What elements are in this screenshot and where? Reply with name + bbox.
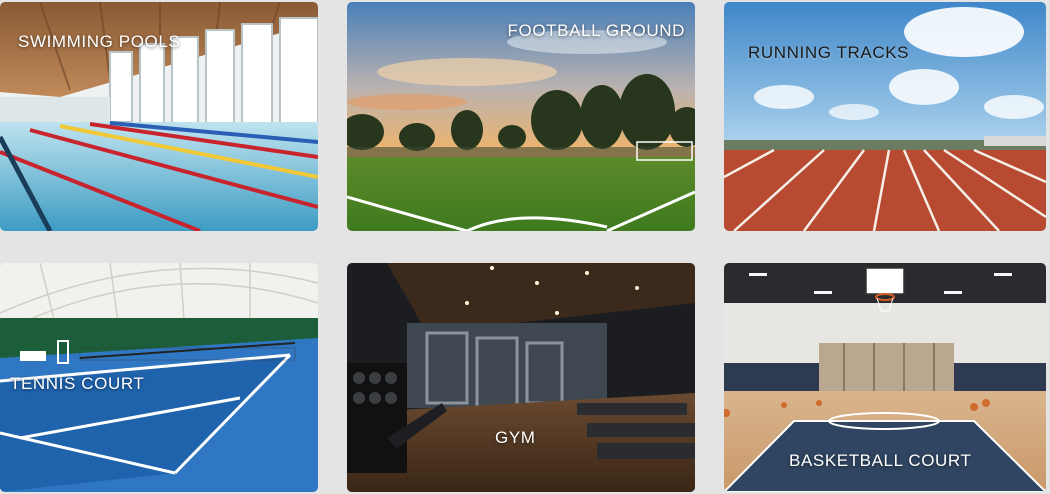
facility-card-basketball-court[interactable]: BASKETBALL COURT [724,263,1046,492]
facilities-grid: SWIMMING POOLS FOOTBALL GROUND RUNNING T… [0,0,1050,494]
facility-label: FOOTBALL GROUND [507,21,685,40]
running-track-photo [724,2,1046,231]
facility-card-swimming-pools[interactable]: SWIMMING POOLS [0,2,318,231]
gym-photo [347,263,695,492]
facility-card-tennis-court[interactable]: TENNIS COURT [0,263,318,492]
facility-label: SWIMMING POOLS [18,32,181,51]
facility-label: GYM [495,428,536,447]
facility-label: TENNIS COURT [10,374,145,393]
facility-card-football-ground[interactable]: FOOTBALL GROUND [347,2,695,231]
facility-label: BASKETBALL COURT [789,451,972,470]
facility-card-gym[interactable]: GYM [347,263,695,492]
facility-card-running-tracks[interactable]: RUNNING TRACKS [724,2,1046,231]
facility-label: RUNNING TRACKS [748,43,910,62]
